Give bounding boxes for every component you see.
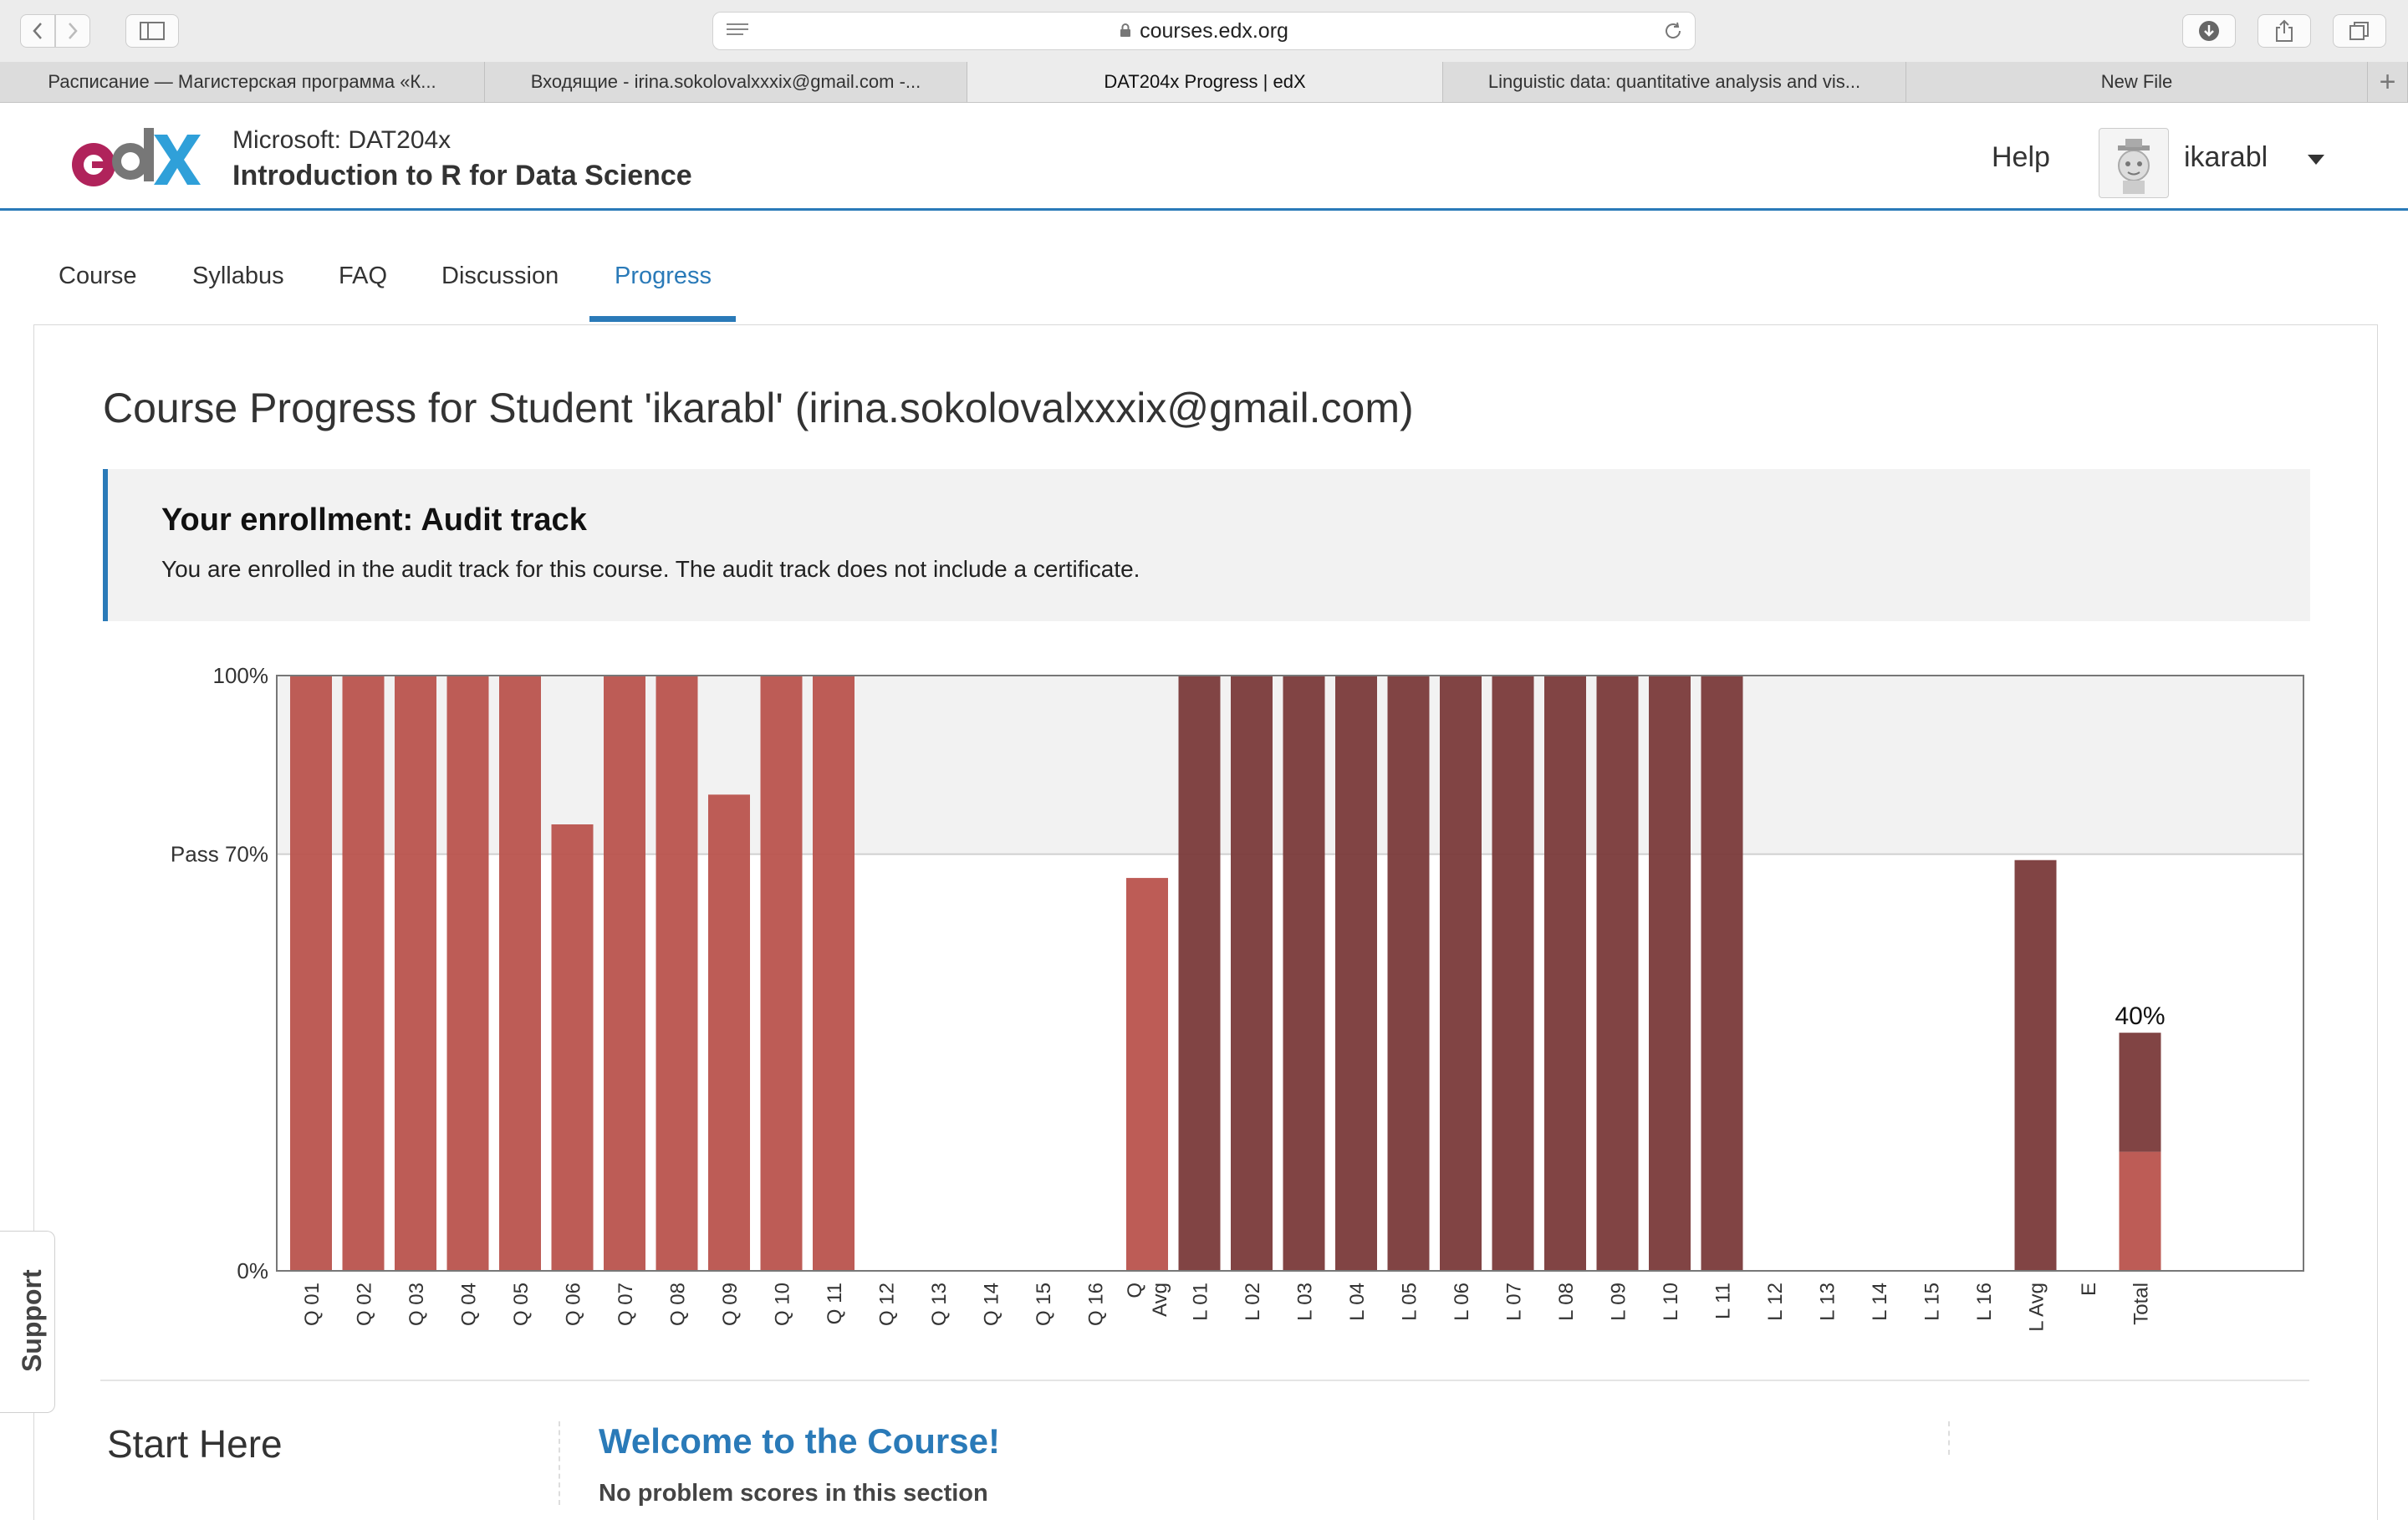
section-link-welcome[interactable]: Welcome to the Course!: [599, 1421, 1000, 1461]
column-separator: [1948, 1421, 1950, 1455]
browser-tab-strip: Расписание — Магистерская программа «К..…: [0, 62, 2408, 103]
support-tab[interactable]: Support: [0, 1231, 55, 1413]
enrollment-heading: Your enrollment: Audit track: [161, 502, 587, 538]
lock-icon: [1120, 23, 1131, 37]
course-org: Microsoft: DAT204x: [232, 126, 452, 154]
active-tab-indicator: [589, 316, 736, 322]
help-link[interactable]: Help: [1992, 141, 2050, 174]
tab-discussion[interactable]: Discussion: [441, 263, 559, 290]
download-icon[interactable]: [2182, 14, 2236, 48]
browser-tab[interactable]: New File: [1906, 62, 2368, 102]
back-icon[interactable]: [20, 14, 55, 48]
browser-tab-label: Расписание — Магистерская программа «К..…: [48, 71, 436, 92]
user-menu-caret-icon[interactable]: [2308, 155, 2324, 165]
site-header: Microsoft: DAT204x Introduction to R for…: [0, 103, 2408, 211]
tab-course[interactable]: Course: [59, 263, 137, 290]
browser-tab-label: DAT204x Progress | edX: [1104, 71, 1306, 92]
course-nav: Course Syllabus FAQ Discussion Progress: [0, 211, 2408, 324]
reload-icon[interactable]: [1663, 21, 1683, 47]
share-icon[interactable]: [2258, 14, 2311, 48]
reader-icon[interactable]: [725, 21, 750, 45]
browser-tab-active[interactable]: DAT204x Progress | edX: [967, 62, 1443, 102]
browser-tab[interactable]: Linguistic data: quantitative analysis a…: [1443, 62, 1906, 102]
browser-tab-label: New File: [2100, 71, 2173, 92]
forward-icon[interactable]: [55, 14, 90, 48]
sidebar-toggle-icon[interactable]: [125, 14, 179, 48]
tab-syllabus[interactable]: Syllabus: [192, 263, 284, 290]
username[interactable]: ikarabl: [2184, 141, 2268, 174]
avatar[interactable]: [2099, 128, 2169, 198]
section-divider: [100, 1380, 2309, 1381]
browser-tab-label: Входящие - irina.sokolovalxxxix@gmail.co…: [530, 71, 921, 92]
browser-tab-label: Linguistic data: quantitative analysis a…: [1487, 71, 1861, 92]
page-title: Course Progress for Student 'ikarabl' (i…: [103, 385, 1414, 431]
tabs-overview-icon[interactable]: [2333, 14, 2386, 48]
column-separator: [559, 1421, 560, 1505]
enrollment-notice: Your enrollment: Audit track You are enr…: [103, 469, 2310, 621]
browser-tab[interactable]: Входящие - irina.sokolovalxxxix@gmail.co…: [485, 62, 967, 102]
address-bar[interactable]: courses.edx.org: [712, 12, 1696, 50]
new-tab-button[interactable]: +: [2368, 62, 2408, 102]
browser-toolbar: courses.edx.org: [0, 0, 2408, 63]
tab-progress[interactable]: Progress: [615, 263, 712, 290]
support-label: Support: [17, 1269, 47, 1372]
edx-logo[interactable]: [67, 125, 201, 194]
plus-icon: +: [2379, 65, 2396, 98]
progress-panel: Course Progress for Student 'ikarabl' (i…: [33, 324, 2378, 1520]
tab-faq[interactable]: FAQ: [339, 263, 387, 290]
course-title: Introduction to R for Data Science: [232, 160, 692, 191]
browser-tab[interactable]: Расписание — Магистерская программа «К..…: [0, 62, 485, 102]
no-scores-text: No problem scores in this section: [599, 1480, 988, 1507]
enrollment-text: You are enrolled in the audit track for …: [161, 556, 1140, 582]
url-text: courses.edx.org: [1140, 18, 1288, 43]
chapter-title: Start Here: [107, 1422, 283, 1466]
